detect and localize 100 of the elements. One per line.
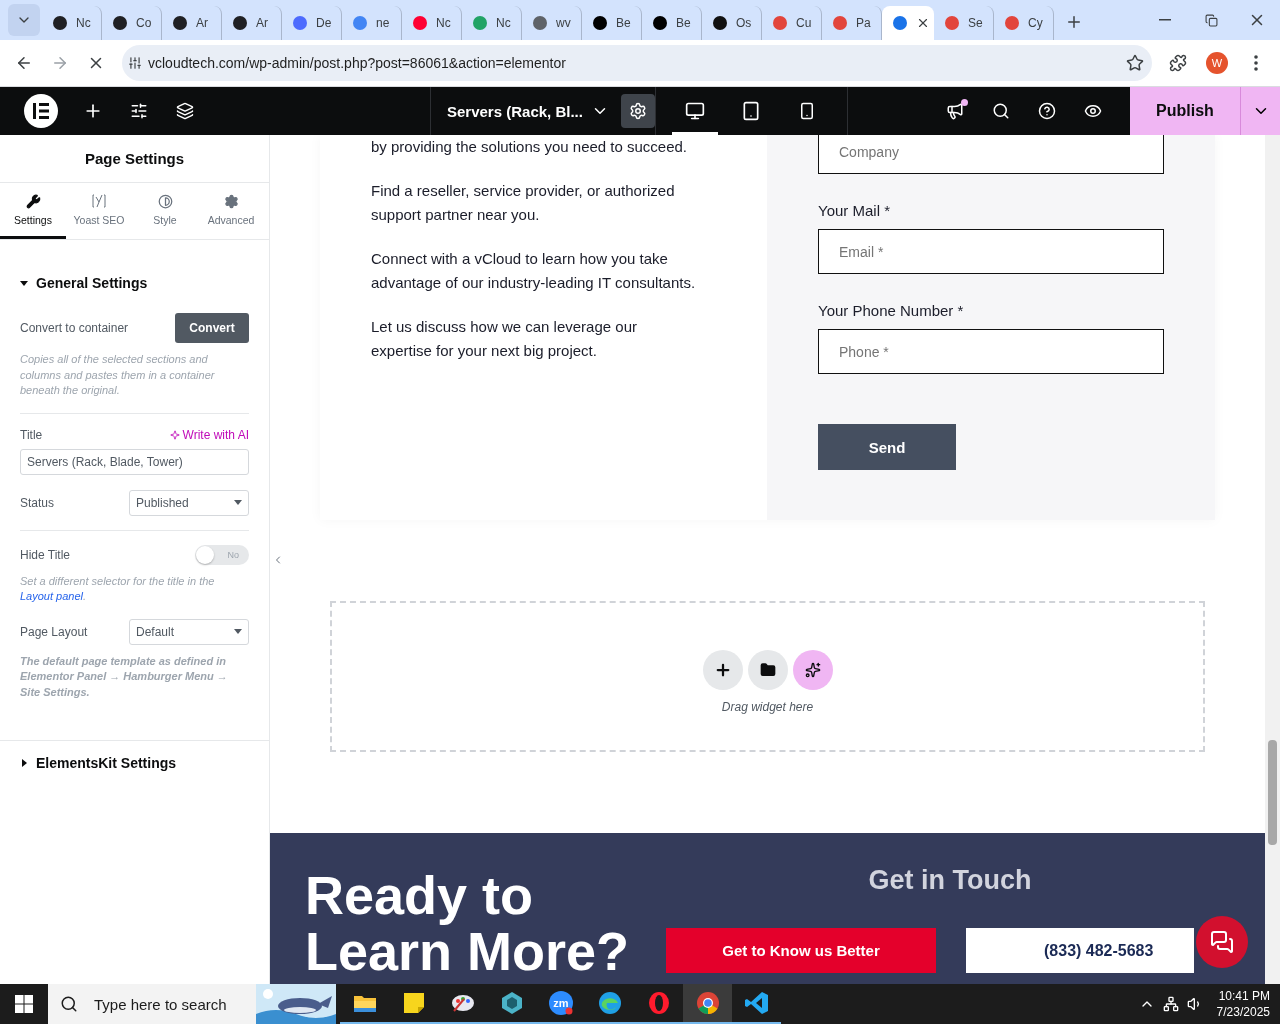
tab-title: Nc	[436, 16, 451, 30]
convert-button[interactable]: Convert	[175, 313, 249, 343]
panel-tab[interactable]: Settings	[0, 183, 66, 239]
body-paragraph: by providing the solutions you need to succeed.	[371, 137, 689, 157]
tab-title: Be	[616, 16, 631, 30]
page-title[interactable]: Servers (Rack, Bl...	[447, 102, 583, 120]
page-settings-button[interactable]	[620, 94, 655, 128]
eye-icon	[1084, 102, 1102, 120]
tab-title: Cu	[796, 16, 812, 30]
status-select[interactable]: Published	[129, 489, 249, 516]
phone-button[interactable]: (833) 482-5683	[966, 928, 1194, 973]
profile-avatar[interactable]: W	[1206, 52, 1228, 74]
panel-tab[interactable]: Yoast SEO	[66, 183, 132, 239]
tab-title: Cy	[1028, 16, 1043, 30]
section-header[interactable]: General Settings	[0, 271, 269, 295]
form-input[interactable]: Email *	[818, 229, 1164, 274]
windows-icon	[15, 995, 33, 1013]
drop-hint: Drag widget here	[721, 699, 814, 714]
help-text: Copies all of the selected sections and columns and pastes them in a container beneath the original.	[20, 352, 216, 398]
site-info-icon[interactable]	[128, 56, 142, 70]
form-label: Your Phone Number *	[818, 302, 965, 319]
search-icon	[60, 995, 78, 1013]
footer-heading: Ready to Learn More?	[305, 867, 631, 983]
elementor-logo[interactable]	[24, 94, 58, 128]
caret-down-icon	[234, 500, 242, 505]
body-paragraph: Find a reseller, service provider, or authorized support partner near you.	[371, 181, 676, 225]
hexagon-icon	[499, 991, 524, 1015]
address-bar[interactable]: vcloudtech.com/wp-admin/post.php?post=86061&action=elementor	[122, 45, 1152, 81]
palette-icon	[449, 992, 476, 1014]
body-paragraph: Connect with a vCloud to learn how you take advantage of our industry-leading IT consultants.	[371, 249, 697, 293]
write-with-ai-link[interactable]: Write with AI	[169, 427, 249, 442]
folder-icon	[759, 661, 776, 678]
tab-title: Be	[676, 16, 691, 30]
video-call-icon: zm	[547, 990, 574, 1016]
code-editor-icon	[744, 991, 769, 1015]
tab-title: wv	[556, 16, 571, 30]
ai-generate-button[interactable]	[792, 649, 833, 690]
page-layout-select[interactable]: Default	[129, 618, 249, 645]
close-icon[interactable]	[916, 16, 930, 30]
minimize-icon	[1159, 19, 1171, 21]
restore-icon	[1204, 13, 1218, 27]
clock[interactable]: 10:41 PM 7/23/2025	[1216, 988, 1270, 1020]
tab-title: Ar	[256, 16, 268, 30]
tab-title: Co	[136, 16, 152, 30]
network-icon[interactable]	[1162, 996, 1179, 1012]
title-input[interactable]: Servers (Rack, Blade, Tower)	[20, 448, 249, 475]
form-label: Your Mail *	[818, 202, 891, 219]
tab-title: De	[316, 16, 332, 30]
wrench-icon	[25, 193, 41, 209]
panel-title: Page Settings	[0, 135, 269, 183]
field-label: Status	[20, 495, 55, 510]
send-button[interactable]: Send	[818, 424, 956, 470]
tab-title: Nc	[496, 16, 511, 30]
tab-title: Ar	[196, 16, 208, 30]
section-header[interactable]: ElementsKit Settings	[0, 751, 269, 775]
gear-icon	[628, 102, 647, 120]
desktop-icon	[685, 101, 705, 121]
search-input[interactable]: Type here to search	[92, 994, 242, 1014]
help-text: Set a different selector for the title in the Layout panel.	[20, 573, 216, 604]
browser-icon	[695, 991, 720, 1015]
tablet-icon	[741, 101, 761, 121]
help-icon	[1038, 102, 1056, 120]
browser-tab[interactable]	[882, 6, 934, 40]
caret-down-icon	[20, 279, 28, 287]
gear-icon	[223, 193, 239, 209]
field-label: Convert to container	[20, 321, 129, 335]
body-paragraph: Let us discuss how we can leverage our expertise for your next big project.	[371, 317, 638, 361]
notification-badge	[961, 99, 968, 106]
sparkles-icon	[804, 661, 821, 678]
tab-title: ne	[376, 16, 390, 30]
field-label: Hide Title	[20, 547, 71, 562]
tab-title: Se	[968, 16, 983, 30]
panel-tab[interactable]: Style	[132, 183, 198, 239]
scrollbar[interactable]	[1265, 135, 1280, 984]
tab-title: Os	[736, 16, 752, 30]
caret-down-icon	[234, 629, 242, 634]
browser-icon	[597, 991, 622, 1015]
contrast-icon	[157, 193, 173, 209]
caret-right-icon	[20, 759, 28, 767]
megaphone-icon	[946, 102, 964, 120]
layers-icon	[176, 102, 194, 120]
bookmark-star-icon[interactable]	[1126, 54, 1144, 72]
puzzle-icon	[1169, 54, 1187, 72]
chat-icon	[1210, 930, 1234, 954]
menu-icon	[1254, 55, 1258, 71]
form-input[interactable]: Phone *	[818, 329, 1164, 374]
taskbar-app[interactable]	[683, 984, 732, 1024]
tab-title: Pa	[856, 16, 871, 30]
section-title: ElementsKit Settings	[36, 755, 177, 771]
layout-panel-link[interactable]: Layout panel	[20, 590, 83, 602]
yoast-icon	[91, 193, 107, 209]
publish-button[interactable]: Publish	[1130, 87, 1240, 135]
get-to-know-button[interactable]: Get to Know us Better	[666, 928, 936, 973]
mobile-icon	[798, 102, 816, 120]
company-input[interactable]: Company	[818, 135, 1164, 174]
chat-button[interactable]	[1196, 916, 1248, 968]
sticky-note-icon	[402, 992, 425, 1014]
panel-tab[interactable]: Advanced	[198, 183, 264, 239]
sparkle-icon	[169, 429, 180, 440]
help-text: The default page template as defined in Elementor Panel → Hamburger Menu → Site Settings.	[20, 653, 229, 700]
